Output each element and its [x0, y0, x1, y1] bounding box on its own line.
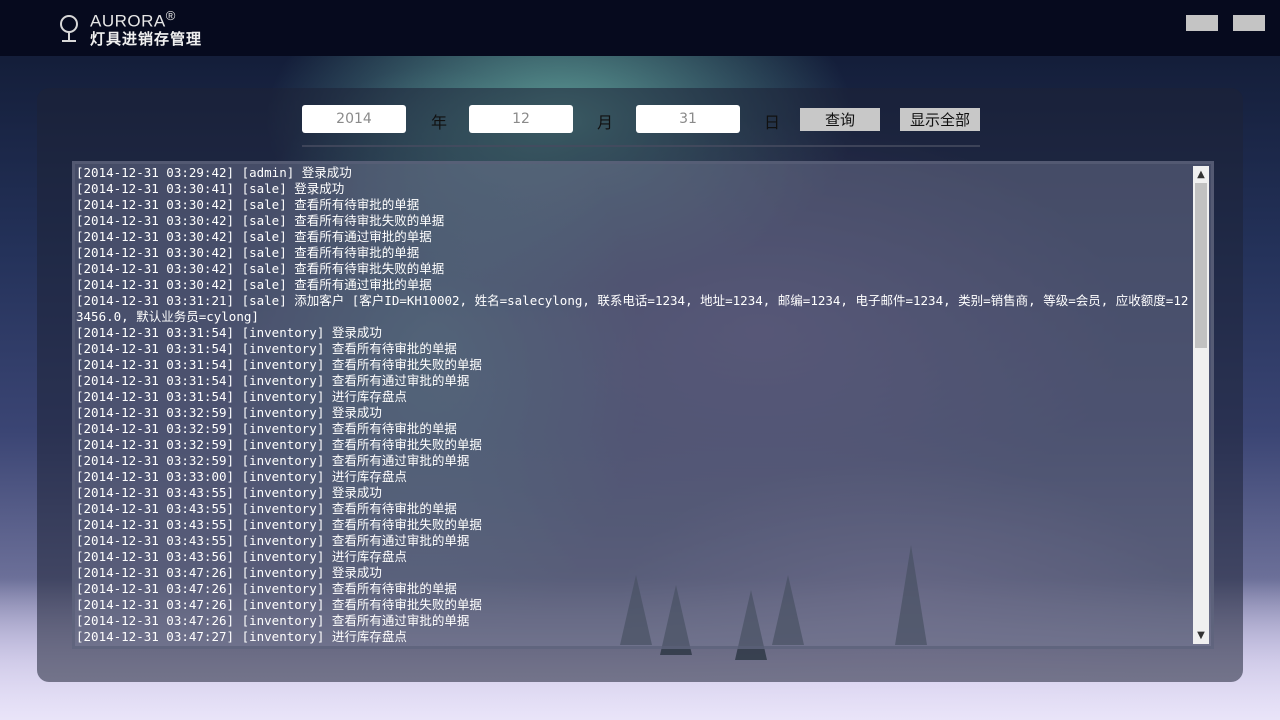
- log-line: [2014-12-31 03:47:26] [inventory] 登录成功: [76, 565, 382, 580]
- divider: [302, 145, 980, 147]
- show-all-button[interactable]: 显示全部: [900, 108, 980, 131]
- log-textarea[interactable]: [2014-12-31 03:29:42] [admin] 登录成功 [2014-…: [72, 161, 1214, 649]
- log-line: [2014-12-31 03:30:42] [sale] 查看所有待审批的单据: [76, 245, 420, 260]
- scroll-down-icon[interactable]: ▼: [1193, 627, 1209, 644]
- log-content: [2014-12-31 03:29:42] [admin] 登录成功 [2014-…: [76, 165, 1191, 648]
- log-line: [2014-12-31 03:30:42] [sale] 查看所有待审批的单据: [76, 197, 420, 212]
- log-line: [2014-12-31 03:43:55] [inventory] 查看所有待审…: [76, 517, 482, 532]
- log-line: [2014-12-31 03:32:59] [inventory] 查看所有待审…: [76, 421, 457, 436]
- log-line: [2014-12-31 03:47:26] [inventory] 查看所有通过…: [76, 613, 470, 628]
- app-logo: AURORA® 灯具进销存管理: [58, 8, 202, 48]
- log-line: [2014-12-31 03:31:54] [inventory] 查看所有待审…: [76, 357, 482, 372]
- year-unit-label: 年: [431, 113, 448, 132]
- log-line: [2014-12-31 03:43:56] [inventory] 进行库存盘点: [76, 549, 407, 564]
- log-line: [2014-12-31 03:32:59] [inventory] 查看所有待审…: [76, 437, 482, 452]
- query-button[interactable]: 查询: [800, 108, 880, 131]
- log-line: [2014-12-31 03:30:42] [sale] 查看所有通过审批的单据: [76, 229, 432, 244]
- log-panel: 年 月 日 查询 显示全部 [2014-12-31 03:29:42] [adm…: [37, 88, 1243, 682]
- day-input[interactable]: [636, 105, 740, 133]
- log-line: [2014-12-31 03:43:55] [inventory] 查看所有待审…: [76, 501, 457, 516]
- top-bar: AURORA® 灯具进销存管理: [0, 0, 1280, 56]
- log-line: [2014-12-31 03:47:27] [inventory] 进行库存盘点: [76, 629, 407, 644]
- scroll-thumb[interactable]: [1195, 183, 1207, 348]
- month-unit-label: 月: [597, 113, 614, 132]
- log-line: [2014-12-31 03:32:59] [inventory] 查看所有通过…: [76, 453, 470, 468]
- date-query-bar: 年 月 日 查询 显示全部: [37, 105, 1243, 135]
- log-line: [2014-12-31 03:30:41] [sale] 登录成功: [76, 181, 345, 196]
- scroll-up-icon[interactable]: ▲: [1193, 166, 1209, 183]
- log-line: [2014-12-31 03:47:26] [inventory] 查看所有待审…: [76, 597, 482, 612]
- app-subtitle: 灯具进销存管理: [90, 29, 203, 48]
- minimize-button[interactable]: [1186, 15, 1218, 31]
- year-input[interactable]: [302, 105, 406, 133]
- log-line: [2014-12-31 03:29:42] [admin] 登录成功: [76, 165, 352, 180]
- log-line: [2014-12-31 03:47:26] [inventory] 查看所有待审…: [76, 581, 457, 596]
- log-line: [2014-12-31 03:30:42] [sale] 查看所有待审批失败的单…: [76, 261, 445, 276]
- close-button[interactable]: [1233, 15, 1265, 31]
- log-line: [2014-12-31 03:32:59] [inventory] 登录成功: [76, 405, 382, 420]
- log-line: [2014-12-31 03:31:54] [inventory] 登录成功: [76, 325, 382, 340]
- log-line: [2014-12-31 03:43:55] [inventory] 登录成功: [76, 485, 382, 500]
- log-line: [2014-12-31 03:31:54] [inventory] 查看所有通过…: [76, 373, 470, 388]
- log-line: [2014-12-31 03:33:00] [inventory] 进行库存盘点: [76, 469, 407, 484]
- log-line: [2014-12-31 03:30:42] [sale] 查看所有待审批失败的单…: [76, 213, 445, 228]
- log-line: [2014-12-31 03:31:21] [sale] 添加客户 [客户ID=…: [76, 293, 1189, 324]
- lamp-icon: [58, 13, 80, 43]
- vertical-scrollbar[interactable]: ▲ ▼: [1193, 166, 1209, 644]
- log-line: [2014-12-31 03:30:42] [sale] 查看所有通过审批的单据: [76, 277, 432, 292]
- log-line: [2014-12-31 03:31:54] [inventory] 进行库存盘点: [76, 389, 407, 404]
- brand-name: AURORA®: [90, 8, 176, 31]
- log-line: [2014-12-31 03:43:55] [inventory] 查看所有通过…: [76, 533, 470, 548]
- month-input[interactable]: [469, 105, 573, 133]
- day-unit-label: 日: [764, 113, 781, 132]
- log-line: [2014-12-31 03:31:54] [inventory] 查看所有待审…: [76, 341, 457, 356]
